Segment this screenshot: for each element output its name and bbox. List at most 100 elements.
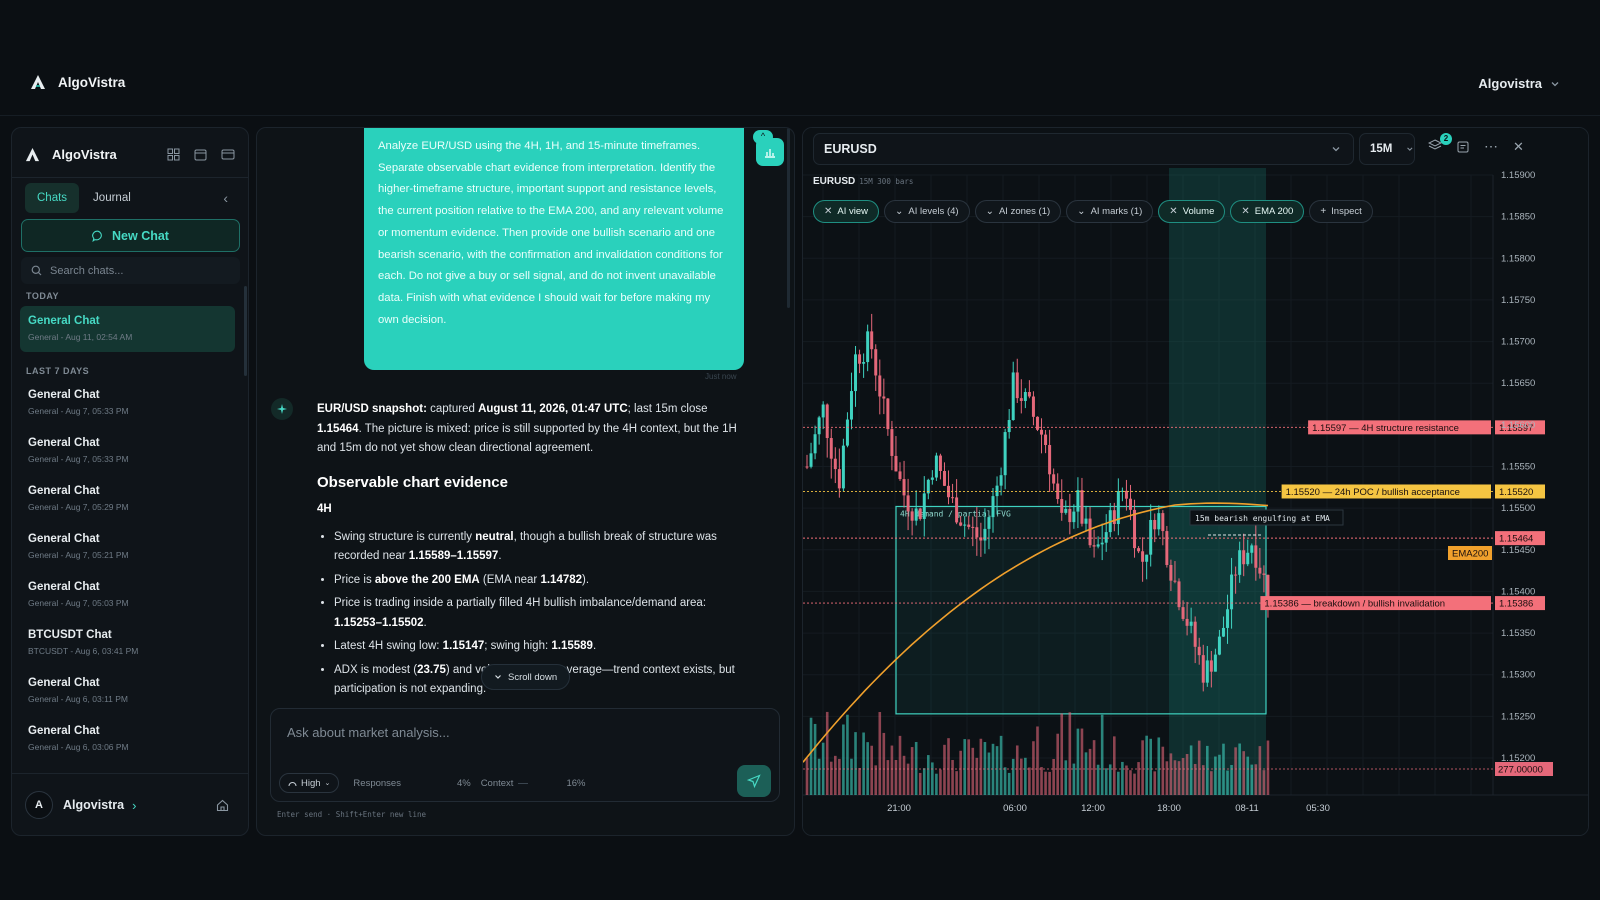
search-chats-input[interactable] [50, 264, 220, 277]
home-icon[interactable] [216, 799, 229, 812]
calendar-icon[interactable] [194, 148, 207, 161]
candle[interactable] [922, 493, 926, 519]
overlay-chip[interactable]: ✕ AI view [813, 200, 880, 223]
candle[interactable] [1133, 509, 1137, 549]
candle[interactable] [1169, 564, 1173, 581]
candle[interactable] [849, 391, 853, 420]
candle[interactable] [1023, 391, 1027, 401]
candle[interactable] [1112, 510, 1116, 525]
candle[interactable] [821, 404, 825, 418]
candle[interactable] [1015, 372, 1019, 399]
candle[interactable] [1258, 567, 1262, 574]
candle[interactable] [1213, 654, 1217, 672]
chart-attach-button[interactable] [756, 138, 784, 166]
candle[interactable] [1072, 511, 1076, 523]
candle[interactable] [975, 527, 979, 538]
candle[interactable] [845, 419, 849, 446]
candle[interactable] [930, 477, 934, 480]
candle[interactable] [809, 453, 813, 467]
symbol-selector[interactable]: EURUSD [813, 133, 1354, 165]
candle[interactable] [1242, 550, 1246, 565]
candle[interactable] [829, 438, 833, 459]
price-chart[interactable]: 4H demand / partial FVG15m bearish engul… [803, 128, 1589, 836]
candle[interactable] [995, 485, 999, 497]
candle[interactable] [898, 471, 902, 480]
chat-list-item[interactable]: General Chat General - Aug 7, 05:21 PM [20, 524, 235, 570]
new-chat-button[interactable]: New Chat [21, 219, 240, 252]
chat-scrollbar[interactable] [787, 128, 790, 308]
candle[interactable] [1060, 499, 1064, 513]
candle[interactable] [1197, 646, 1201, 656]
candle[interactable] [874, 349, 878, 376]
candle[interactable] [955, 497, 959, 523]
candle[interactable] [991, 496, 995, 518]
candle[interactable] [1137, 548, 1141, 552]
candle[interactable] [1003, 432, 1007, 476]
layers-button[interactable]: 2 [1427, 133, 1452, 155]
candle[interactable] [967, 524, 971, 527]
candle[interactable] [1035, 416, 1039, 430]
sidebar-scrollbar[interactable] [244, 286, 247, 376]
candle[interactable] [1145, 554, 1149, 562]
candle[interactable] [1076, 490, 1080, 512]
candle[interactable] [862, 362, 866, 364]
chat-list-item[interactable]: General Chat General - Aug 7, 05:03 PM [20, 572, 235, 618]
candle[interactable] [1068, 508, 1072, 523]
candle[interactable] [1040, 429, 1044, 435]
chat-list-item[interactable]: General Chat General - Aug 6, 03:06 PM [20, 716, 235, 762]
candle[interactable] [942, 470, 946, 486]
candle[interactable] [1064, 508, 1068, 513]
candle[interactable] [1141, 551, 1145, 562]
candle[interactable] [902, 479, 906, 496]
candle[interactable] [825, 404, 829, 439]
candle[interactable] [841, 445, 845, 489]
candle[interactable] [983, 528, 987, 541]
app-brand[interactable]: AlgoVistra [30, 74, 125, 90]
avatar[interactable]: A [25, 791, 53, 819]
candle[interactable] [894, 455, 898, 472]
chevron-right-icon[interactable]: › [132, 798, 136, 813]
candle[interactable] [890, 429, 894, 456]
overlay-chip[interactable]: + Inspect [1309, 200, 1373, 223]
candle[interactable] [1027, 391, 1031, 397]
user-menu[interactable]: Algovistra [1478, 76, 1560, 91]
candle[interactable] [1007, 420, 1011, 433]
candle[interactable] [1048, 445, 1052, 475]
candle[interactable] [817, 417, 821, 435]
candle[interactable] [1124, 490, 1128, 499]
candle[interactable] [878, 375, 882, 397]
overlay-chip[interactable]: ⌄ AI zones (1) [974, 200, 1062, 223]
candle[interactable] [934, 455, 938, 478]
candle[interactable] [999, 475, 1003, 486]
candle[interactable] [858, 354, 862, 364]
candle[interactable] [882, 396, 886, 399]
candle[interactable] [1189, 621, 1193, 626]
tab-chats[interactable]: Chats [25, 183, 80, 213]
message-input[interactable] [287, 725, 707, 749]
candle[interactable] [963, 524, 967, 526]
candle[interactable] [1234, 574, 1238, 576]
notes-icon[interactable] [1456, 140, 1470, 154]
candle[interactable] [910, 511, 914, 521]
overlay-chip[interactable]: ⌄ AI levels (4) [884, 200, 970, 223]
candle[interactable] [951, 497, 955, 499]
candle[interactable] [1193, 621, 1197, 647]
candle[interactable] [987, 517, 991, 529]
candle[interactable] [1226, 609, 1230, 628]
candle[interactable] [833, 458, 837, 470]
overlay-chip[interactable]: ⌄ AI marks (1) [1066, 200, 1154, 223]
candle[interactable] [1173, 580, 1177, 582]
chat-list-item[interactable]: General Chat General - Aug 11, 02:54 AM [20, 306, 235, 352]
candle[interactable] [1052, 474, 1056, 484]
collapse-sidebar-icon[interactable]: ‹ [223, 190, 228, 206]
candle[interactable] [1217, 636, 1221, 655]
chat-list-item[interactable]: BTCUSDT Chat BTCUSDT - Aug 6, 03:41 PM [20, 620, 235, 666]
candle[interactable] [1262, 573, 1266, 575]
grid-icon[interactable] [167, 148, 180, 161]
candle[interactable] [1080, 490, 1084, 524]
chat-list-item[interactable]: General Chat General - Aug 6, 03:11 PM [20, 668, 235, 714]
card-icon[interactable] [221, 148, 235, 161]
close-icon[interactable]: ✕ [1513, 139, 1524, 155]
candle[interactable] [1254, 545, 1258, 568]
candle[interactable] [1149, 519, 1153, 555]
